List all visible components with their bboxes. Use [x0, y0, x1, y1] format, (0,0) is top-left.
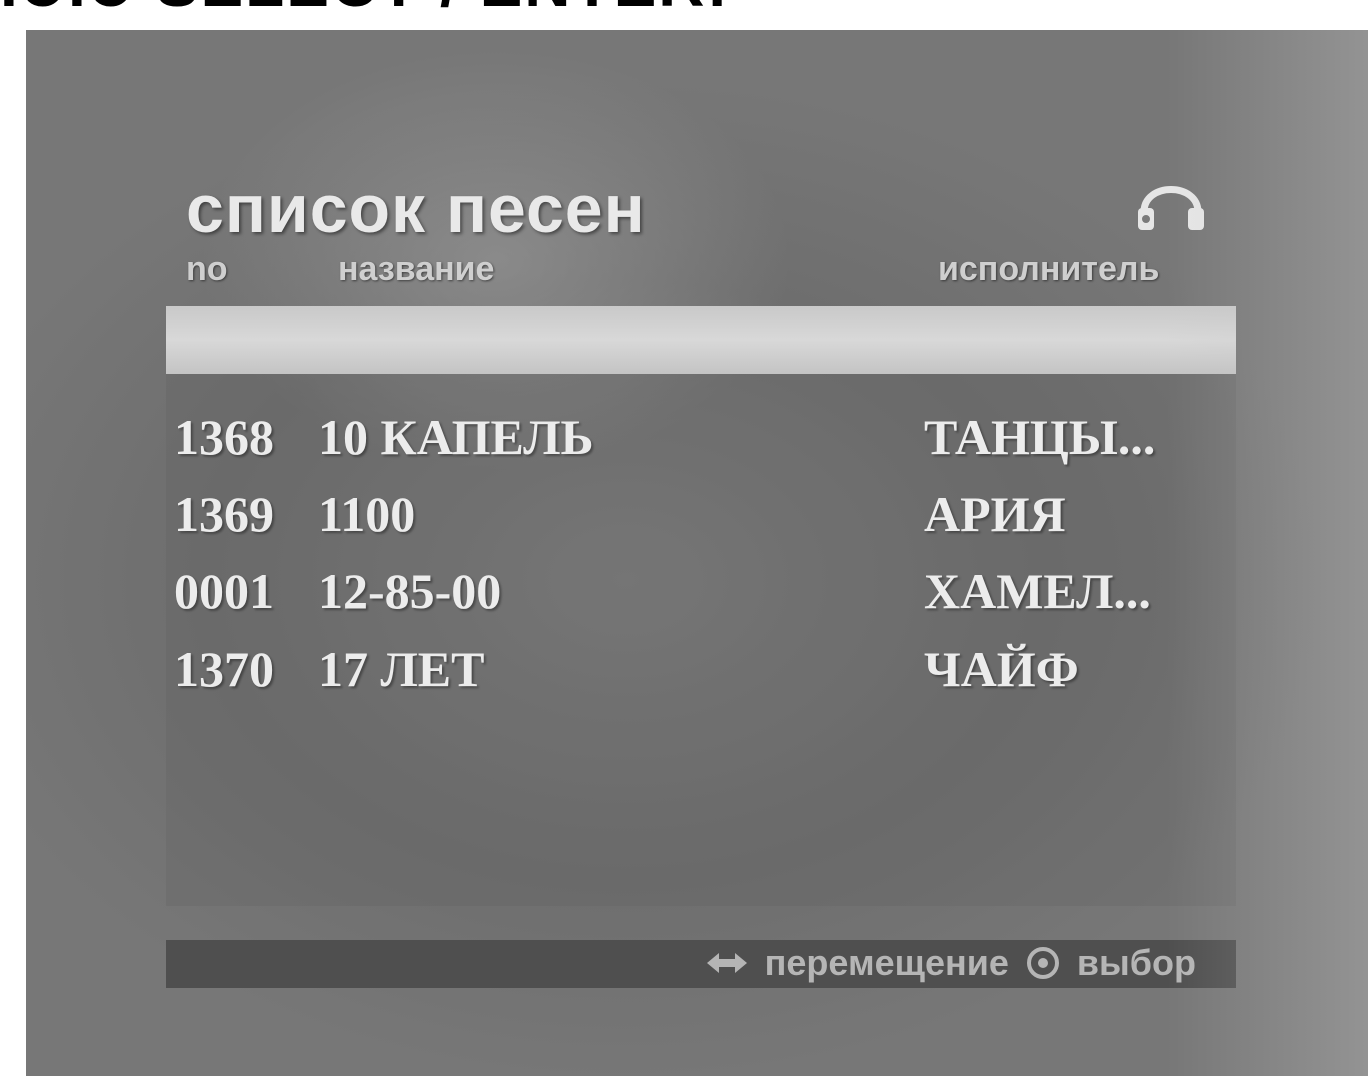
song-artist: ХАМЕЛ... [924, 563, 1151, 619]
headphone-icon [1138, 186, 1204, 230]
selection-highlight-bar[interactable] [166, 306, 1236, 374]
list-item[interactable]: 1369 1100 АРИЯ [166, 485, 1236, 555]
column-header-name: название [338, 250, 495, 288]
arrows-icon [706, 953, 747, 973]
top-banner: ЮЮ SELECT / ENTER: [0, 0, 1368, 14]
song-number: 1370 [174, 641, 274, 697]
list-item[interactable]: 0001 12-85-00 ХАМЕЛ... [166, 562, 1236, 632]
song-artist: ТАНЦЫ... [924, 409, 1156, 465]
move-label: перемещение [764, 942, 1009, 983]
ok-icon [1026, 947, 1059, 979]
song-number: 1369 [174, 486, 274, 542]
select-label: выбор [1076, 942, 1196, 983]
list-item[interactable]: 1370 17 ЛЕТ ЧАЙФ [166, 640, 1236, 710]
song-artist: ЧАЙФ [924, 641, 1079, 697]
song-number: 1368 [174, 409, 274, 465]
footer-hint-bar: перемещение выбор [166, 940, 1236, 988]
column-header-artist: исполнитель [938, 250, 1160, 288]
song-number: 0001 [174, 563, 274, 619]
column-header-number: no [186, 250, 228, 288]
list-item[interactable]: 1368 10 КАПЕЛЬ ТАНЦЫ... [166, 408, 1236, 478]
song-title: 10 КАПЕЛЬ [318, 409, 594, 465]
song-title: 12-85-00 [318, 563, 502, 619]
karaoke-screen: список песен no название исполнитель 136… [26, 30, 1368, 1076]
song-title: 17 ЛЕТ [318, 641, 485, 697]
song-list: 1368 10 КАПЕЛЬ ТАНЦЫ... 1369 1100 АРИЯ 0… [166, 374, 1236, 906]
song-title: 1100 [318, 486, 416, 542]
footer-hint: перемещение выбор [703, 942, 1196, 984]
page-title: список песен [186, 171, 646, 247]
song-artist: АРИЯ [924, 486, 1066, 542]
